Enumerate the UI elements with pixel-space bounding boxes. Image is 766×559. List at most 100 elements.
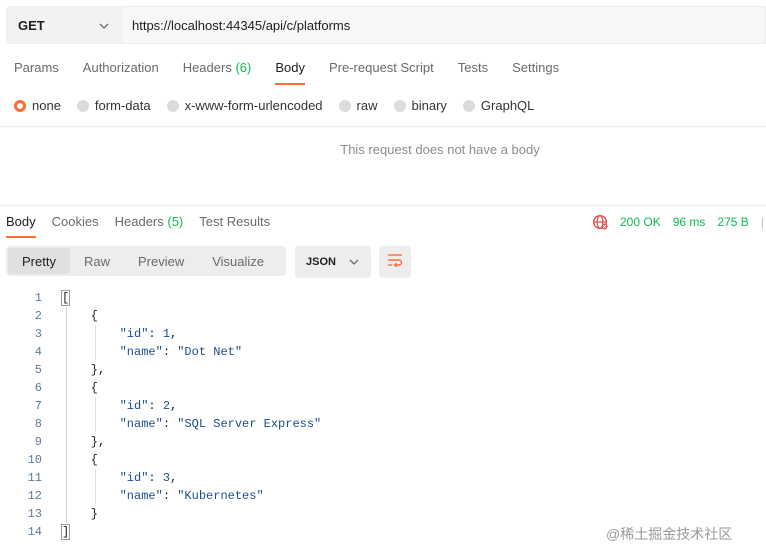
json-colon: : (162, 489, 178, 503)
code-line: 13 } (0, 505, 98, 523)
code-line: 12 "name": "Kubernetes" (0, 487, 264, 505)
radio-graphql[interactable]: GraphQL (462, 98, 535, 113)
divider (0, 205, 766, 206)
radio-label: GraphQL (480, 98, 535, 113)
tab-body[interactable]: Body (275, 60, 305, 85)
code-line: 2 { (0, 307, 98, 325)
tab-label: Cookies (51, 214, 99, 229)
json-bracket: { (62, 381, 99, 395)
line-number: 8 (34, 417, 42, 431)
json-value: "Kubernetes" (177, 489, 264, 503)
tab-label: Authorization (82, 60, 159, 75)
line-number: 13 (27, 507, 42, 521)
code-line: 1[ (0, 289, 71, 307)
method-select[interactable]: GET (6, 6, 122, 44)
tab-response-headers[interactable]: Headers (5) (115, 214, 184, 238)
json-bracket: }, (62, 363, 106, 377)
radio-none[interactable]: none (14, 98, 61, 113)
code-text: "name": "Dot Net" (62, 343, 242, 361)
tab-test-results[interactable]: Test Results (199, 214, 270, 238)
radio-form-data[interactable]: form-data (76, 98, 151, 113)
code-text: { (62, 379, 98, 397)
json-value: "Dot Net" (177, 345, 243, 359)
json-colon: : (148, 399, 163, 413)
code-text: } (62, 505, 98, 523)
code-text: "name": "SQL Server Express" (62, 415, 322, 433)
json-key: "name" (119, 345, 163, 359)
code-text: { (62, 451, 98, 469)
json-bracket: } (62, 507, 99, 521)
response-body-code[interactable]: 1[2 {3 "id": 1, 4 "name": "Dot Net" 5 }, 6 … (0, 289, 321, 541)
format-label: JSON (306, 256, 336, 268)
line-number: 4 (34, 345, 42, 359)
url-input[interactable]: https://localhost:44345/api/c/platforms (122, 6, 766, 44)
headers-count: (6) (235, 60, 252, 75)
headers-count: (5) (167, 214, 184, 229)
response-size[interactable]: 275 B (717, 215, 748, 229)
view-raw[interactable]: Raw (70, 248, 124, 274)
line-number: 1 (34, 291, 42, 305)
tab-label: Params (14, 60, 59, 75)
json-bracket: { (62, 453, 99, 467)
view-visualize[interactable]: Visualize (198, 248, 278, 274)
method-label: GET (18, 17, 45, 33)
tab-pre-request-script[interactable]: Pre-request Script (329, 60, 434, 85)
json-key: "id" (119, 471, 149, 485)
json-bracket: }, (62, 435, 106, 449)
code-text: ] (60, 523, 71, 541)
code-text: }, (62, 433, 105, 451)
url-text: https://localhost:44345/api/c/platforms (132, 17, 351, 33)
json-bracket: ] (60, 524, 71, 540)
response-time[interactable]: 96 ms (673, 215, 706, 229)
format-select[interactable]: JSON (295, 246, 371, 278)
url-bar: GET https://localhost:44345/api/c/platfo… (6, 6, 766, 44)
tab-params[interactable]: Params (14, 60, 59, 85)
radio-label: form-data (94, 98, 151, 113)
tab-label: Test Results (199, 214, 271, 229)
status-code[interactable]: 200 OK (620, 215, 661, 229)
tab-label: Pre-request Script (328, 60, 434, 75)
tab-cookies[interactable]: Cookies (52, 214, 99, 238)
json-colon: : (148, 327, 163, 341)
code-line: 6 { (0, 379, 98, 397)
tab-label: Body (6, 214, 36, 229)
json-value: 3 (162, 471, 171, 485)
code-line: 4 "name": "Dot Net" (0, 343, 242, 361)
tab-authorization[interactable]: Authorization (83, 60, 159, 85)
line-number: 10 (27, 453, 42, 467)
radio-label: raw (356, 98, 378, 113)
tab-label: Settings (512, 60, 560, 75)
response-status-bar: 200 OK 96 ms 275 B | (592, 214, 764, 230)
watermark: @稀土掘金技术社区 (606, 526, 733, 542)
json-comma: , (170, 327, 178, 341)
body-type-radios: none form-data x-www-form-urlencoded raw… (14, 98, 550, 113)
line-number: 9 (34, 435, 42, 449)
line-number: 12 (27, 489, 42, 503)
json-colon: : (162, 417, 178, 431)
json-bracket: [ (60, 290, 71, 306)
json-comma: , (170, 471, 178, 485)
radio-binary[interactable]: binary (393, 98, 447, 113)
tab-headers[interactable]: Headers (6) (183, 60, 252, 85)
code-line: 11 "id": 3, (0, 469, 178, 487)
wrap-lines-button[interactable] (379, 246, 411, 278)
globe-icon[interactable] (592, 214, 608, 230)
chevron-down-icon (99, 16, 109, 34)
tab-response-body[interactable]: Body (6, 214, 36, 238)
code-text: "id": 1, (62, 325, 178, 343)
code-line: 8 "name": "SQL Server Express" (0, 415, 321, 433)
view-preview[interactable]: Preview (124, 248, 198, 274)
tab-label: Headers (114, 214, 164, 229)
tab-settings[interactable]: Settings (512, 60, 559, 85)
radio-x-www-form-urlencoded[interactable]: x-www-form-urlencoded (166, 98, 323, 113)
separator: | (760, 215, 764, 229)
json-key: "name" (119, 489, 163, 503)
line-number: 11 (27, 471, 42, 485)
radio-raw[interactable]: raw (338, 98, 378, 113)
tab-label: Headers (182, 60, 232, 75)
no-body-message: This request does not have a body (340, 142, 540, 157)
code-line: 14] (0, 523, 71, 541)
tab-label: Tests (457, 60, 489, 75)
tab-tests[interactable]: Tests (458, 60, 488, 85)
view-pretty[interactable]: Pretty (8, 248, 70, 274)
